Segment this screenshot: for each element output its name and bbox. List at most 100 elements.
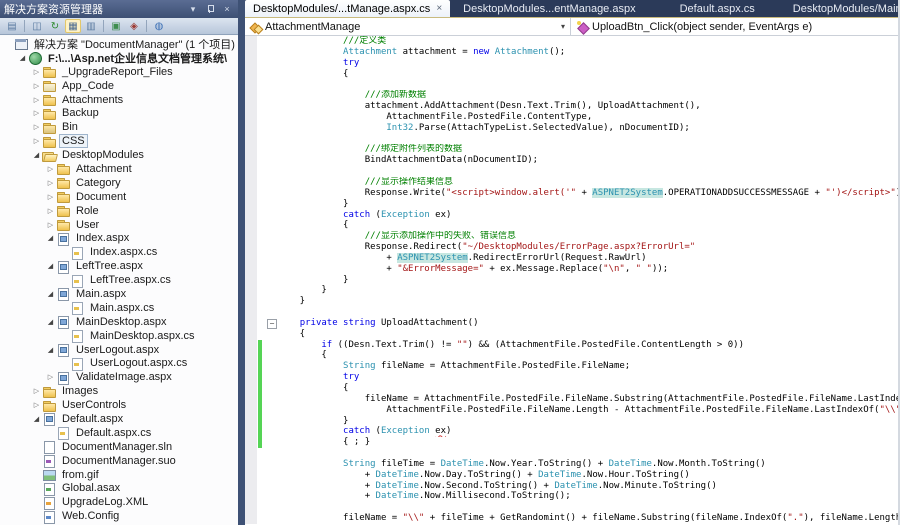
collapse-arrow-icon[interactable]: ◢ [45,262,56,270]
collapse-arrow-icon[interactable]: ◢ [17,54,28,62]
method-dropdown[interactable]: UploadBtn_Click(object sender, EventArgs… [571,18,900,35]
document-tab-strip: DesktopModules/...tManage.aspx.cs × Deskto… [245,0,900,18]
change-margin [257,134,265,145]
view-code-icon[interactable]: ▣ [108,19,124,33]
expand-arrow-icon[interactable]: ▷ [45,373,56,381]
tree-item[interactable]: Global.asax [0,482,238,496]
class-diagram-icon[interactable]: ▥ [83,19,99,33]
indicator-margin [245,176,257,188]
expand-arrow-icon[interactable]: ▷ [31,387,42,395]
tree-item[interactable]: LeftTree.aspx.cs [0,273,238,288]
close-icon[interactable]: × [220,3,234,15]
expand-arrow-icon[interactable]: ▷ [31,109,42,117]
document-tab[interactable]: DesktopModules/...tManage.aspx.cs × [245,0,451,17]
expand-arrow-icon[interactable]: ▷ [31,96,42,104]
expand-arrow-icon[interactable]: ▷ [31,123,42,131]
tree-item[interactable]: ▷ ValidateImage.aspx [0,370,238,385]
view-designer-icon[interactable]: ◈ [126,19,142,33]
code-editor[interactable]: ///定义类 Attachment attachment = new Attac… [245,36,900,525]
pin-icon[interactable] [203,3,217,15]
tree-item[interactable]: ◢ UserLogout.aspx [0,343,238,358]
tree-item[interactable]: Default.aspx.cs [0,426,238,441]
collapse-arrow-icon[interactable]: ◢ [45,290,56,298]
tree-item[interactable]: Index.aspx.cs [0,245,238,260]
tree-item[interactable]: ▷ UserControls [0,398,238,412]
expand-arrow-icon[interactable]: ▷ [31,82,42,90]
change-tracking-bar [257,361,265,373]
tree-item[interactable]: Main.aspx.cs [0,301,238,316]
tree-item[interactable]: DocumentManager.suo [0,454,238,469]
expand-arrow-icon[interactable]: ▷ [45,179,56,187]
tree-item[interactable]: ▷ Attachment [0,162,238,176]
tree-item[interactable]: 解决方案 "DocumentManager" (1 个项目) [0,37,238,51]
collapse-arrow-icon[interactable]: ◢ [45,318,56,326]
tree-item[interactable]: Web.Config [0,509,238,524]
solution-tree[interactable]: 解决方案 "DocumentManager" (1 个项目) ◢ F:\...\As… [0,36,238,525]
indicator-margin [245,274,257,286]
tree-item[interactable]: ▷ CSS [0,134,238,149]
tree-item[interactable]: ▷ Role [0,204,238,218]
toolbar-separator [103,20,104,32]
tree-item[interactable]: ▷ Backup [0,106,238,120]
indicator-margin [245,57,257,69]
outline-margin [265,307,278,318]
refresh-icon[interactable]: ↻ [47,19,63,33]
window-position-chevron-icon[interactable]: ▾ [186,3,200,15]
tree-item[interactable]: ◢ F:\...\Asp.net企业信息文档管理系统\ [0,51,238,66]
page-icon [56,371,71,385]
tree-item[interactable]: ◢ MainDesktop.aspx [0,315,238,330]
chevron-down-icon[interactable]: ▾ [556,22,570,31]
tree-item[interactable]: MainDesktop.aspx.cs [0,329,238,344]
tree-item[interactable]: ▷ Bin [0,120,238,134]
expand-arrow-icon[interactable]: ▷ [45,165,56,173]
expand-arrow-icon[interactable]: ▷ [31,137,42,145]
tab-close-icon[interactable]: × [436,3,442,14]
collapse-arrow-icon[interactable]: ◢ [31,415,42,423]
collapse-arrow-icon[interactable]: ◢ [31,151,42,159]
change-tracking-bar [257,426,265,438]
special-folder-icon [42,79,57,93]
tree-item[interactable]: from.gif [0,468,238,482]
tree-item[interactable]: ◢ DesktopModules [0,148,238,162]
class-dropdown[interactable]: AttachmentManage ▾ [245,18,570,35]
tree-item[interactable]: ◢ LeftTree.aspx [0,259,238,274]
tree-item[interactable]: ▷ App_Code [0,79,238,93]
tree-item[interactable]: ▷ Category [0,176,238,190]
properties-icon[interactable]: ▤ [4,19,20,33]
collapse-arrow-icon[interactable]: ◢ [45,234,56,242]
expand-arrow-icon[interactable]: ▷ [45,207,56,215]
code-line: catch (Exception ex) [245,209,900,221]
unhide-folders-icon[interactable]: ▦ [65,19,81,33]
tree-item[interactable]: ◢ Default.aspx [0,412,238,427]
tree-item[interactable]: DocumentManager.sln [0,440,238,455]
collapse-arrow-icon[interactable]: ◢ [45,346,56,354]
document-tab[interactable]: DesktopModules...entManage.aspx [455,0,643,17]
show-all-files-icon[interactable]: ◫ [29,19,45,33]
tree-item-label: Images [62,385,99,398]
tree-item[interactable]: ▷ Attachments [0,93,238,107]
document-tab[interactable]: Default.aspx.cs [672,0,763,17]
code-text: Attachment attachment = new Attachment()… [343,46,566,57]
tree-item[interactable]: UserLogout.aspx.cs [0,356,238,371]
tree-item[interactable]: UpgradeLog.XML [0,495,238,510]
panel-splitter[interactable] [238,0,245,525]
bin-icon [42,121,57,134]
code-line: ///添加新数据 [245,90,900,102]
expand-arrow-icon[interactable]: ▷ [31,68,42,76]
tree-item[interactable]: ◢ Index.aspx [0,231,238,246]
fold-collapse-box[interactable] [265,318,278,329]
tree-item[interactable]: ▷ User [0,218,238,232]
web-icon[interactable]: ◍ [151,19,167,33]
expand-arrow-icon[interactable]: ▷ [31,401,42,409]
expand-arrow-icon[interactable]: ▷ [45,193,56,201]
expand-arrow-icon[interactable]: ▷ [45,221,56,229]
tree-item[interactable]: ◢ Main.aspx [0,287,238,302]
tree-item[interactable]: ▷ _UpgradeReport_Files [0,65,238,79]
tree-item[interactable]: ▷ Document [0,190,238,204]
tree-item-label: Category [76,176,121,189]
page-icon [56,232,71,246]
document-tab[interactable]: DesktopModules/Main.aspx.cs [785,0,900,17]
code-text: fileName = AttachmentFile.PostedFile.Fil… [278,393,900,404]
tree-item[interactable]: ▷ Images [0,384,238,398]
indicator-margin [245,491,257,503]
